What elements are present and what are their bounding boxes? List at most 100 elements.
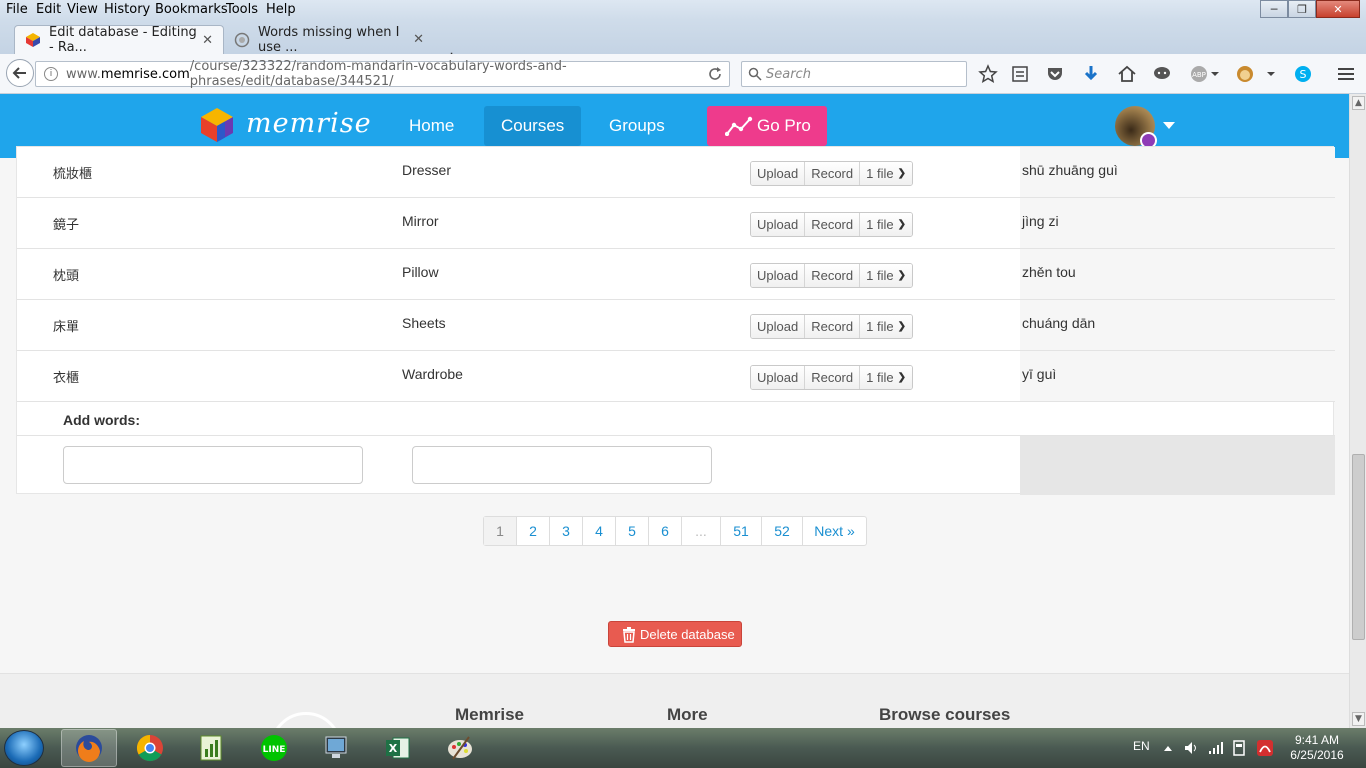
english-cell[interactable]: Wardrobe	[402, 366, 463, 382]
english-cell[interactable]: Sheets	[402, 315, 446, 331]
taskbar-line[interactable]: LINE	[246, 729, 302, 767]
menu-bookmarks[interactable]: Bookmarks	[155, 2, 228, 17]
pinyin-cell[interactable]: zhěn tou	[1020, 249, 1335, 299]
system-clock[interactable]: 9:41 AM 6/25/2016	[1282, 733, 1352, 763]
menu-file[interactable]: File	[6, 2, 28, 17]
minimize-button[interactable]: ─	[1260, 0, 1288, 18]
delete-database-button[interactable]: Delete database	[608, 621, 742, 647]
pinyin-cell[interactable]: yī guì	[1020, 351, 1335, 401]
taskbar-paint[interactable]	[432, 729, 488, 767]
tab-close-icon[interactable]: ✕	[202, 33, 213, 48]
chinese-cell[interactable]: 鏡子	[53, 214, 79, 233]
page-5[interactable]: 5	[616, 517, 649, 545]
chinese-cell[interactable]: 床單	[53, 316, 79, 335]
files-dropdown[interactable]: 1 file ❯	[860, 264, 912, 287]
tab-edit-database[interactable]: Edit database - Editing - Ra... ✕	[14, 25, 224, 55]
scroll-down-icon[interactable]: ▼	[1352, 712, 1365, 726]
search-box[interactable]: Search	[741, 61, 967, 87]
scroll-up-icon[interactable]: ▲	[1352, 96, 1365, 110]
nav-home[interactable]: Home	[392, 106, 471, 146]
tray-expand-icon[interactable]	[1162, 742, 1174, 754]
upload-button[interactable]: Upload	[751, 162, 806, 185]
brand-name[interactable]: memrise	[246, 108, 372, 139]
files-dropdown[interactable]: 1 file ❯	[860, 366, 912, 389]
chinese-cell[interactable]: 衣櫃	[53, 367, 79, 386]
extension-dropdown-icon[interactable]	[1264, 64, 1278, 84]
pinyin-cell[interactable]: shū zhuāng guì	[1020, 147, 1335, 197]
taskbar-chrome[interactable]	[122, 729, 178, 767]
record-button[interactable]: Record	[805, 213, 861, 236]
page-1[interactable]: 1	[484, 517, 517, 545]
next-page-link[interactable]: Next »	[803, 517, 866, 545]
menu-help[interactable]: Help	[266, 2, 296, 17]
url-bar[interactable]: i www. memrise.com/course/323322/random-m…	[35, 59, 730, 89]
delete-database-label: Delete database	[640, 626, 735, 642]
taskbar-firefox[interactable]	[61, 729, 117, 767]
page-6[interactable]: 6	[649, 517, 682, 545]
scrollbar-thumb[interactable]	[1352, 454, 1365, 640]
record-button[interactable]: Record	[805, 315, 861, 338]
files-dropdown[interactable]: 1 file ❯	[860, 315, 912, 338]
page-4[interactable]: 4	[583, 517, 616, 545]
record-button[interactable]: Record	[805, 366, 861, 389]
record-button[interactable]: Record	[805, 162, 861, 185]
pinyin-cell[interactable]: jìng zi	[1020, 198, 1335, 248]
files-dropdown[interactable]: 1 file ❯	[860, 162, 912, 185]
pocket-icon[interactable]	[1045, 64, 1065, 84]
tab-words-missing[interactable]: Words missing when I use ... ✕	[224, 25, 434, 55]
skype-icon[interactable]: S	[1293, 64, 1313, 84]
action-center-icon[interactable]	[1232, 740, 1246, 756]
upload-button[interactable]: Upload	[751, 366, 806, 389]
english-cell[interactable]: Pillow	[402, 264, 439, 280]
chinese-cell[interactable]: 枕頭	[53, 265, 79, 284]
files-dropdown[interactable]: 1 file ❯	[860, 213, 912, 236]
adblock-icon[interactable]: ABP	[1189, 64, 1221, 84]
upload-button[interactable]: Upload	[751, 213, 806, 236]
upload-button[interactable]: Upload	[751, 264, 806, 287]
english-cell[interactable]: Mirror	[402, 213, 439, 229]
memrise-logo-icon[interactable]	[198, 106, 236, 144]
window-close-button[interactable]: ✕	[1316, 0, 1360, 18]
menu-view[interactable]: View	[67, 2, 98, 17]
pinyin-cell[interactable]: chuáng dān	[1020, 300, 1335, 350]
menu-edit[interactable]: Edit	[36, 2, 61, 17]
upload-button[interactable]: Upload	[751, 315, 806, 338]
antivirus-icon[interactable]	[1256, 739, 1274, 757]
chinese-cell[interactable]: 梳妝櫃	[53, 163, 92, 182]
page-52[interactable]: 52	[762, 517, 803, 545]
page-2[interactable]: 2	[517, 517, 550, 545]
record-button[interactable]: Record	[805, 264, 861, 287]
taskbar-excel[interactable]: X	[370, 729, 426, 767]
chat-icon[interactable]	[1152, 64, 1172, 84]
reading-list-icon[interactable]	[1010, 64, 1030, 84]
navigation-bar: i www. memrise.com/course/323322/random-m…	[0, 54, 1366, 94]
maximize-button[interactable]: ❐	[1288, 0, 1316, 18]
back-button[interactable]	[6, 59, 34, 87]
page-3[interactable]: 3	[550, 517, 583, 545]
volume-icon[interactable]	[1184, 741, 1200, 755]
go-pro-button[interactable]: Go Pro	[707, 106, 827, 146]
nav-courses[interactable]: Courses	[484, 106, 582, 146]
nav-groups[interactable]: Groups	[592, 106, 682, 146]
add-chinese-input[interactable]	[63, 446, 363, 484]
menu-tools[interactable]: Tools	[226, 2, 258, 17]
vertical-scrollbar[interactable]: ▲ ▼	[1349, 94, 1366, 728]
page-51[interactable]: 51	[721, 517, 762, 545]
language-indicator[interactable]: EN	[1133, 739, 1150, 753]
menu-history[interactable]: History	[104, 2, 150, 17]
home-icon[interactable]	[1117, 64, 1137, 84]
monkey-extension-icon[interactable]	[1235, 64, 1255, 84]
taskbar-computer[interactable]	[308, 729, 364, 767]
hamburger-menu-icon[interactable]	[1336, 64, 1356, 84]
chevron-down-icon[interactable]	[1163, 122, 1175, 129]
network-signal-icon[interactable]	[1208, 741, 1224, 755]
start-button[interactable]	[4, 730, 44, 766]
reload-icon[interactable]	[707, 66, 723, 82]
english-cell[interactable]: Dresser	[402, 162, 451, 178]
add-english-input[interactable]	[412, 446, 712, 484]
bookmark-star-icon[interactable]	[978, 64, 998, 84]
tab-close-icon[interactable]: ✕	[413, 32, 424, 47]
downloads-icon[interactable]	[1081, 64, 1101, 84]
taskbar-spreadsheet-app[interactable]	[184, 729, 240, 767]
site-info-icon[interactable]: i	[44, 67, 58, 81]
